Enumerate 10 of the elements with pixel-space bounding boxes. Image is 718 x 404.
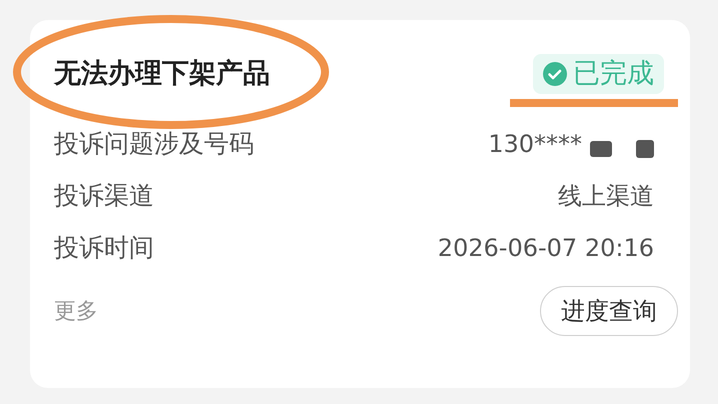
field-label: 投诉问题涉及号码 <box>54 128 254 160</box>
field-label: 投诉时间 <box>54 232 154 264</box>
field-value: 2026-06-07 20:16 <box>438 233 654 264</box>
progress-query-button[interactable]: 进度查询 <box>540 286 678 336</box>
status-label: 已完成 <box>573 56 654 91</box>
check-icon <box>543 62 567 86</box>
complaint-title: 无法办理下架产品 <box>54 56 270 91</box>
field-value: 130**** <box>488 129 582 160</box>
field-value: 线上渠道 <box>558 181 654 212</box>
field-label: 投诉渠道 <box>54 180 154 212</box>
